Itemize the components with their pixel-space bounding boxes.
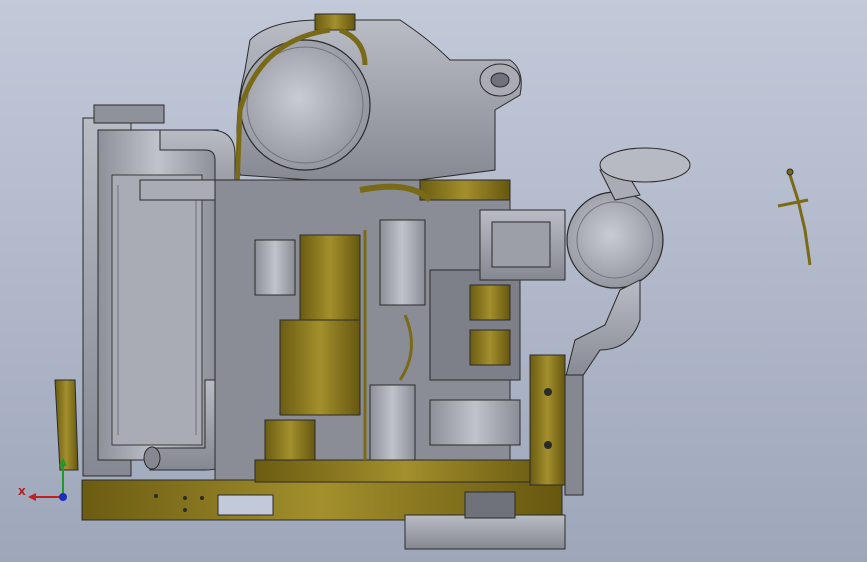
base-frame[interactable] xyxy=(81,479,566,550)
cad-graphics-viewport[interactable]: X xyxy=(0,0,867,562)
radiator-bracket[interactable] xyxy=(54,379,79,471)
dipstick-part[interactable] xyxy=(777,168,812,266)
radiator[interactable] xyxy=(82,104,219,477)
flywheel-housing[interactable] xyxy=(236,13,522,186)
x-axis-label: X xyxy=(18,487,26,498)
turbo-air-intake[interactable] xyxy=(564,147,691,496)
axis-triad-icon xyxy=(28,458,67,501)
engine-assembly-model[interactable] xyxy=(0,0,867,562)
